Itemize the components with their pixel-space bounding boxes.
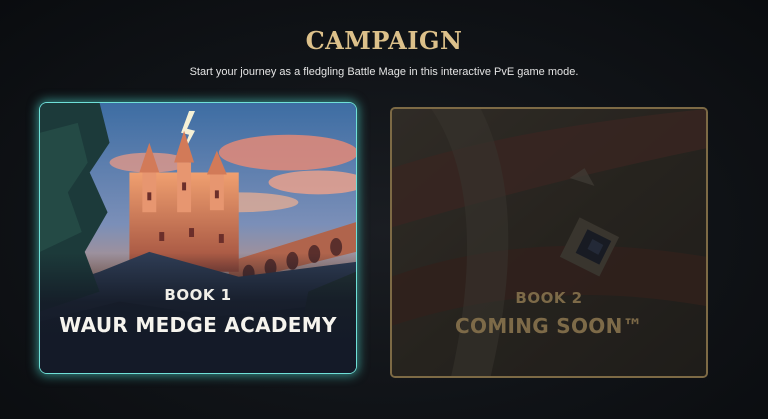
book-2-title: COMING SOON™ — [455, 314, 643, 338]
book-2-card: BOOK 2 COMING SOON™ — [390, 107, 708, 378]
campaign-page: CAMPAIGN Start your journey as a fledgli… — [0, 0, 768, 419]
page-subtitle: Start your journey as a fledgling Battle… — [189, 66, 579, 78]
book-1-title: WAUR MEDGE ACADEMY — [59, 313, 337, 337]
book-1-card[interactable]: BOOK 1 WAUR MEDGE ACADEMY — [39, 102, 357, 374]
page-title: CAMPAIGN — [305, 26, 463, 55]
book-2-number: BOOK 2 — [515, 289, 583, 307]
book-1-number: BOOK 1 — [164, 286, 232, 304]
